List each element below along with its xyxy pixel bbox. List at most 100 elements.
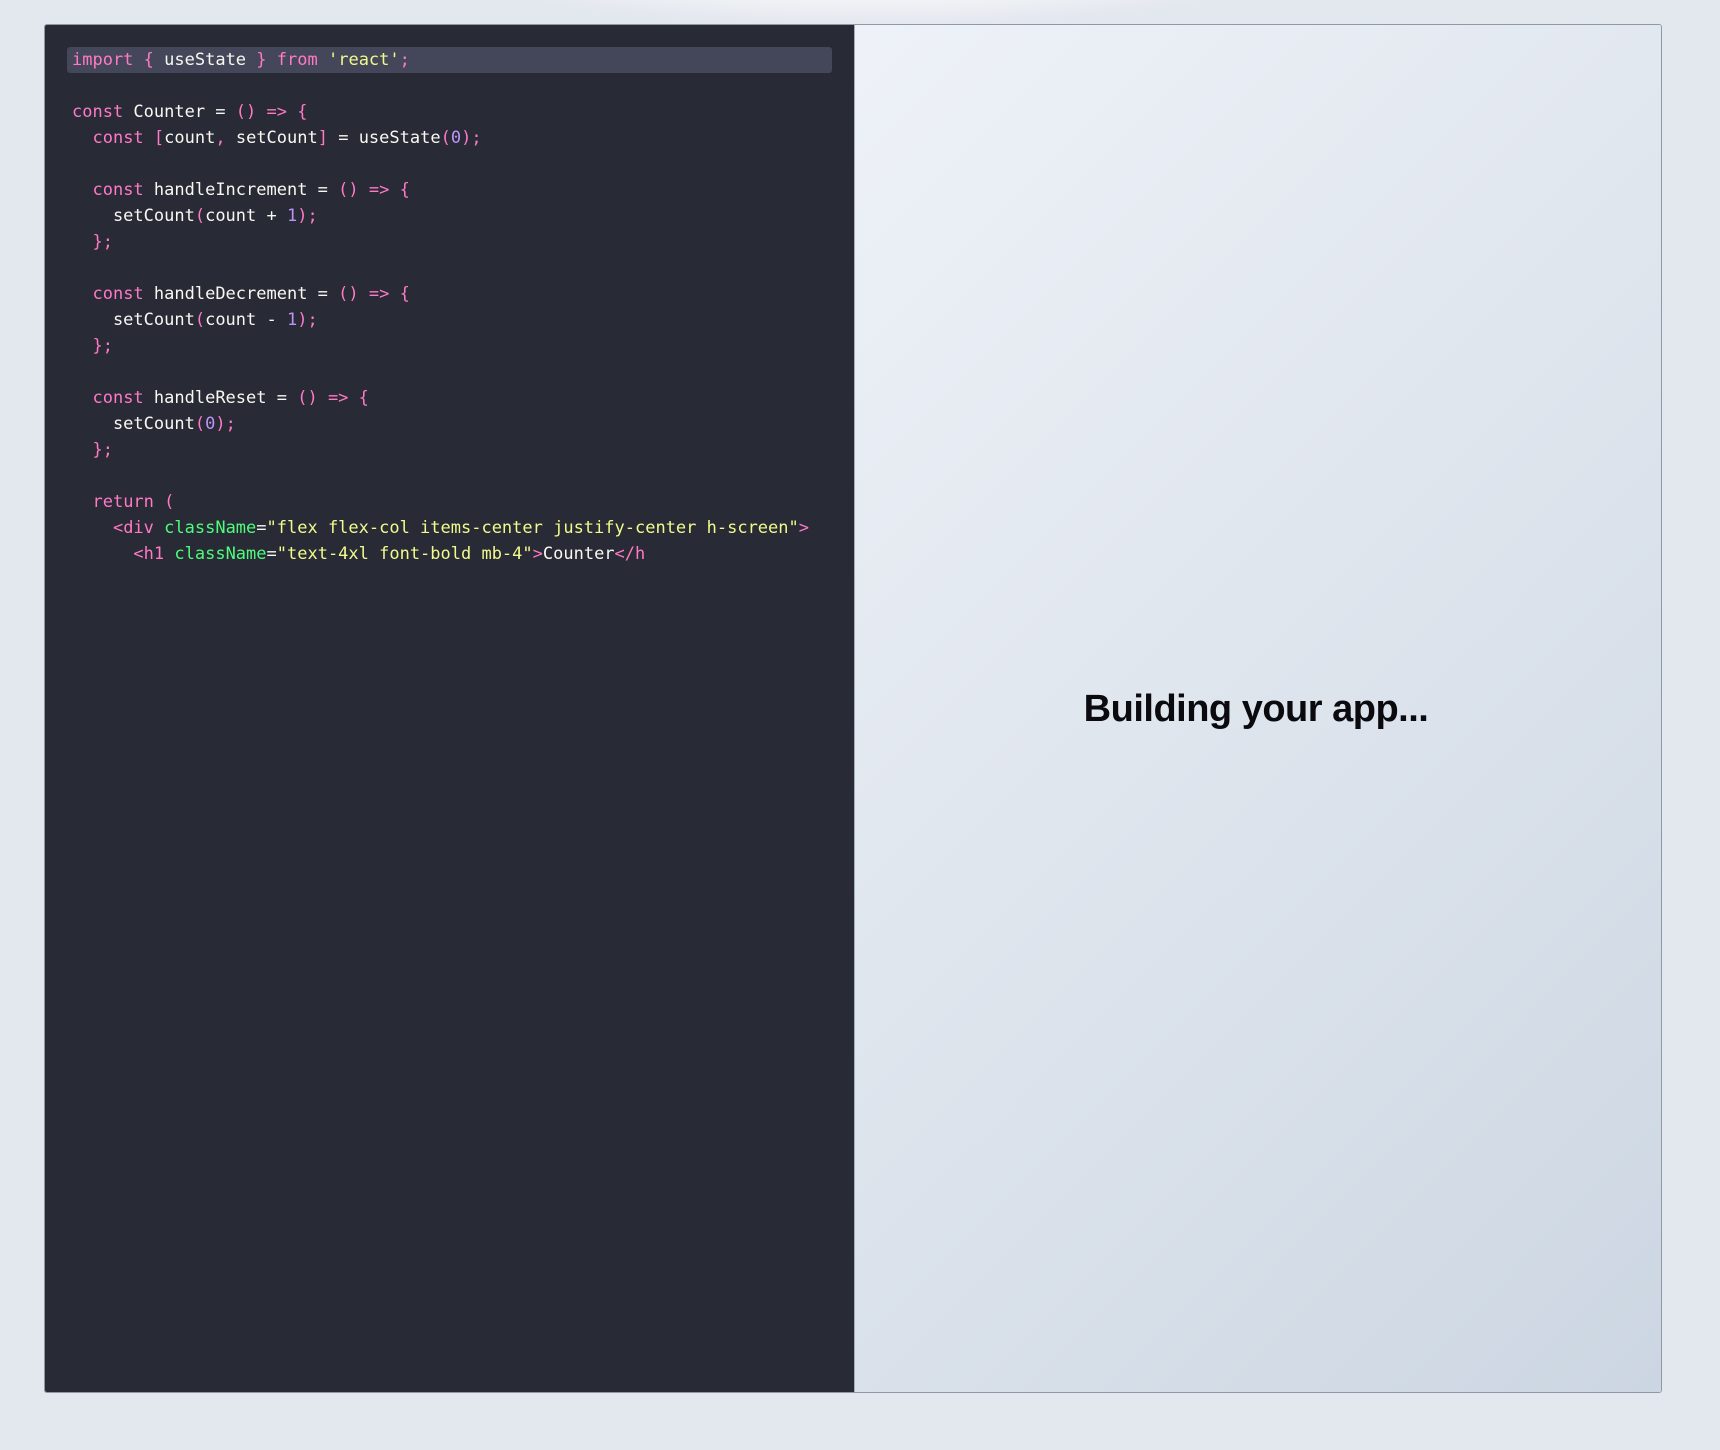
code-token: () <box>235 102 257 122</box>
code-token: 'react' <box>327 50 400 70</box>
code-token: Counter = <box>123 102 236 122</box>
code-token: return <box>92 492 154 512</box>
code-token: from <box>276 50 318 70</box>
code-token: count <box>164 128 216 148</box>
code-token: , <box>215 128 226 148</box>
code-token: count + <box>205 206 287 226</box>
code-token: 1 <box>286 310 298 330</box>
code-token: > <box>798 518 809 538</box>
code-token: 0 <box>450 128 462 148</box>
app-preview: Building your app... <box>855 25 1661 1392</box>
code-token: }; <box>92 440 113 460</box>
code-token: ); <box>215 414 236 434</box>
code-token: }; <box>92 336 113 356</box>
code-token: { <box>358 388 369 408</box>
code-token: import <box>72 50 134 70</box>
code-line: <div className="flex flex-col items-cent… <box>45 515 854 541</box>
code-token: const <box>92 128 144 148</box>
code-token: > <box>532 544 543 564</box>
code-token: handleIncrement = <box>143 180 339 200</box>
code-token: { <box>143 50 154 70</box>
code-token: "flex flex-col items-center justify-cent… <box>266 518 799 538</box>
code-token: </h <box>614 544 646 564</box>
code-line: }; <box>45 437 854 463</box>
code-token: ( <box>194 310 206 330</box>
code-token: ( <box>194 206 206 226</box>
code-token: = useState <box>327 128 441 148</box>
code-token: handleReset = <box>143 388 298 408</box>
code-token: => <box>368 284 390 304</box>
workspace-frame: import { useState } from 'react'; const C… <box>44 24 1662 1393</box>
code-token: { <box>297 102 308 122</box>
code-token: setCount <box>72 414 195 434</box>
code-token: className <box>164 518 257 538</box>
code-token: const <box>92 180 144 200</box>
top-glow <box>420 0 1320 25</box>
code-token: }; <box>92 232 113 252</box>
code-token: () <box>297 388 318 408</box>
code-token: Counter <box>542 544 615 564</box>
code-token: 1 <box>286 206 298 226</box>
code-token: ); <box>297 206 318 226</box>
code-token: = <box>256 518 267 538</box>
code-line: }; <box>45 333 854 359</box>
code-token: <h1 <box>133 544 165 564</box>
code-token: () <box>338 284 359 304</box>
build-status-text: Building your app... <box>1083 688 1429 730</box>
code-token: () <box>338 180 359 200</box>
code-editor[interactable]: import { useState } from 'react'; const C… <box>45 25 854 1392</box>
code-token: { <box>399 284 410 304</box>
code-line: const handleIncrement = () => { <box>45 177 854 203</box>
code-token: => <box>266 102 287 122</box>
code-token: "text-4xl font-bold mb-4" <box>276 544 533 564</box>
code-token: className <box>174 544 267 564</box>
code-token: ; <box>399 50 410 70</box>
code-token: = <box>266 544 277 564</box>
code-token: const <box>92 284 144 304</box>
code-token: setCount <box>72 310 195 330</box>
code-token: const <box>92 388 144 408</box>
code-token: handleDecrement = <box>143 284 339 304</box>
code-token: } <box>256 50 267 70</box>
code-line: setCount(count - 1); <box>45 307 854 333</box>
code-token: <div <box>112 518 154 538</box>
code-token: ( <box>164 492 175 512</box>
code-token: const <box>72 102 124 122</box>
code-line: const Counter = () => { <box>45 99 854 125</box>
code-token: setCount <box>225 128 318 148</box>
code-token: setCount <box>72 206 195 226</box>
code-token: ); <box>461 128 482 148</box>
code-token: ); <box>297 310 318 330</box>
code-line: const handleDecrement = () => { <box>45 281 854 307</box>
code-line: const [count, setCount] = useState(0); <box>45 125 854 151</box>
code-token: ( <box>440 128 451 148</box>
code-line-active: import { useState } from 'react'; <box>67 47 832 73</box>
code-token: count - <box>205 310 287 330</box>
code-line: }; <box>45 229 854 255</box>
